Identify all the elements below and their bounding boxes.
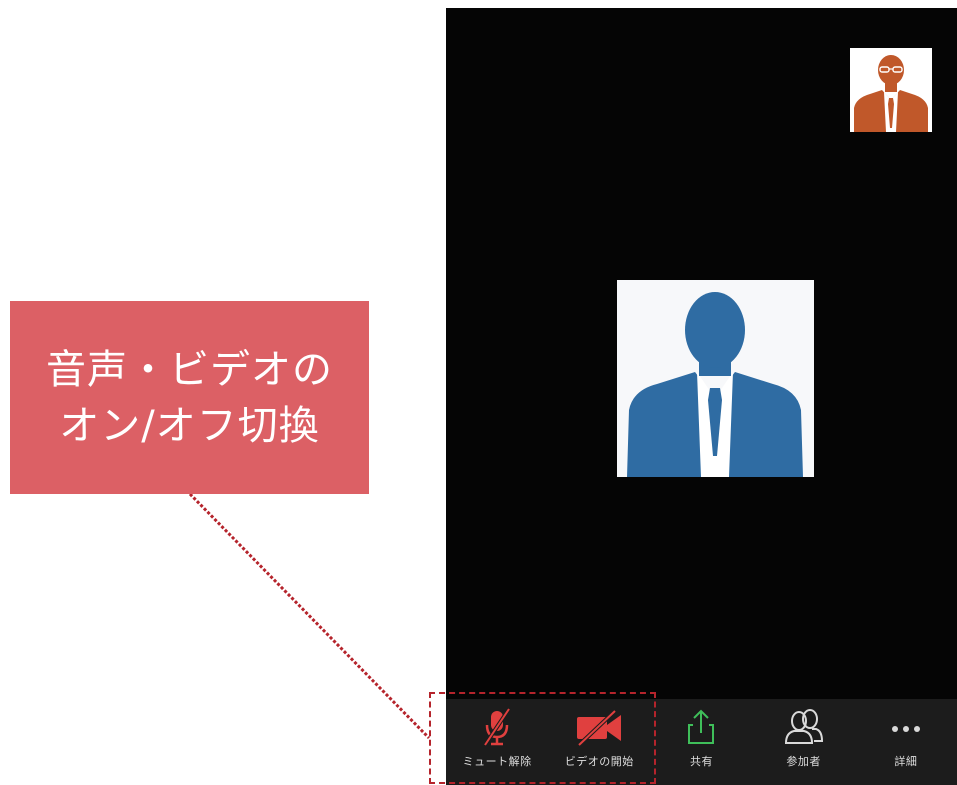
callout-annotation: 音声・ビデオの オン/オフ切換 [10,301,369,494]
participants-button-label: 参加者 [786,755,821,768]
main-video-participant[interactable] [617,280,814,477]
participants-icon [780,707,828,747]
self-video-thumbnail[interactable] [850,48,932,132]
microphone-muted-icon [473,707,521,747]
callout-line-1: 音声・ビデオの [46,346,333,393]
participants-button[interactable]: 参加者 [753,699,855,785]
unmute-button-label: ミュート解除 [462,755,532,768]
participant-avatar-icon [617,280,814,477]
video-camera-off-icon [575,707,623,747]
share-button[interactable]: 共有 [650,699,752,785]
more-button[interactable]: 詳細 [855,699,957,785]
self-avatar-icon [850,48,932,132]
callout-line-2: オン/オフ切換 [59,402,320,449]
share-button-label: 共有 [689,755,713,768]
start-video-button-label: ビデオの開始 [564,755,634,768]
more-dots-icon [882,707,930,747]
meeting-toolbar: ミュート解除 ビデオの開始 共有 参加者 詳細 [446,699,957,785]
meeting-screen: ミュート解除 ビデオの開始 共有 参加者 詳細 [446,8,957,785]
unmute-button[interactable]: ミュート解除 [446,699,548,785]
share-upload-icon [677,707,725,747]
more-button-label: 詳細 [894,755,918,768]
start-video-button[interactable]: ビデオの開始 [548,699,650,785]
